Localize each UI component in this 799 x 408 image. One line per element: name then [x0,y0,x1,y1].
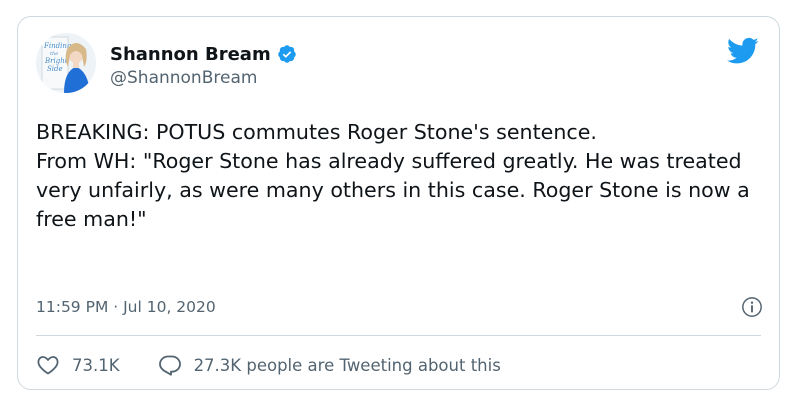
tweet-timestamp[interactable]: 11:59 PM · Jul 10, 2020 [36,298,216,316]
comment-icon [158,355,181,376]
display-name[interactable]: Shannon Bream [110,44,271,65]
tweet-text: BREAKING: POTUS commutes Roger Stone's s… [36,120,750,231]
avatar[interactable]: Finding the Bright Side [36,33,96,93]
verified-badge-icon [277,44,297,64]
user-handle[interactable]: @ShannonBream [110,68,257,88]
divider [36,335,761,336]
discussion-button[interactable]: 27.3K people are Tweeting about this [158,353,501,377]
heart-icon [37,356,59,375]
tweet-meta-row: 11:59 PM · Jul 10, 2020 [36,296,763,318]
user-name-row[interactable]: Shannon Bream [110,41,297,67]
twitter-bird-icon[interactable] [727,37,759,65]
like-count: 73.1K [72,355,120,375]
like-button[interactable]: 73.1K [36,353,120,377]
discussion-text: 27.3K people are Tweeting about this [193,355,501,375]
tweet-actions: 73.1K 27.3K people are Tweeting about th… [36,353,501,377]
info-icon[interactable] [741,296,763,318]
avatar-book-text-3: Bright [44,57,68,65]
tweet-card[interactable]: Finding the Bright Side Shannon Bream @S… [17,16,780,390]
avatar-book-text-4: Side [47,65,63,73]
